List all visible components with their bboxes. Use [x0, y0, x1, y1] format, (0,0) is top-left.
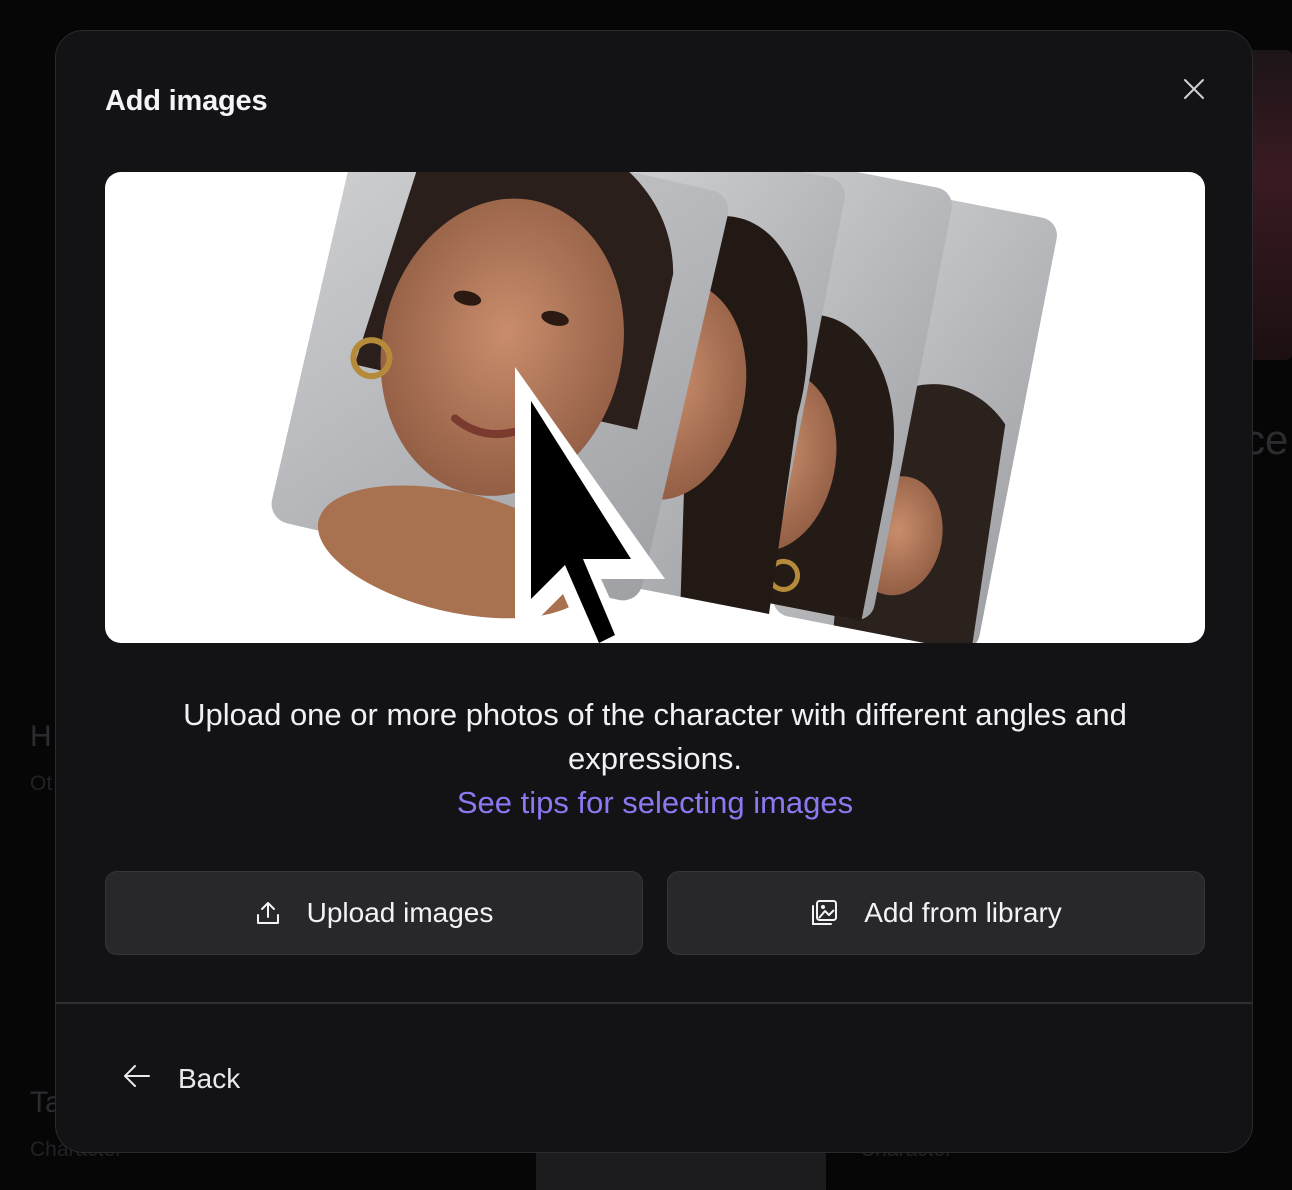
- upload-images-label: Upload images: [307, 897, 494, 929]
- add-images-dialog: Add images: [55, 30, 1253, 1153]
- image-library-icon: [810, 899, 838, 927]
- background-thumbnail: [536, 1150, 826, 1190]
- dialog-title: Add images: [105, 85, 267, 118]
- back-button[interactable]: Back: [122, 1057, 240, 1101]
- arrow-left-icon: [122, 1063, 152, 1096]
- background-card-subtitle: Ot: [30, 772, 52, 796]
- upload-images-button[interactable]: Upload images: [105, 871, 643, 955]
- footer-divider: [56, 1002, 1252, 1004]
- illustration-image: [105, 172, 1205, 643]
- close-button[interactable]: [1174, 69, 1214, 109]
- upload-icon: [255, 900, 281, 926]
- back-label: Back: [178, 1063, 240, 1095]
- add-from-library-label: Add from library: [864, 897, 1062, 929]
- close-icon: [1182, 77, 1206, 101]
- background-card-title: H: [30, 720, 52, 754]
- add-from-library-button[interactable]: Add from library: [667, 871, 1205, 955]
- tips-link[interactable]: See tips for selecting images: [105, 781, 1205, 825]
- dialog-description: Upload one or more photos of the charact…: [105, 693, 1205, 781]
